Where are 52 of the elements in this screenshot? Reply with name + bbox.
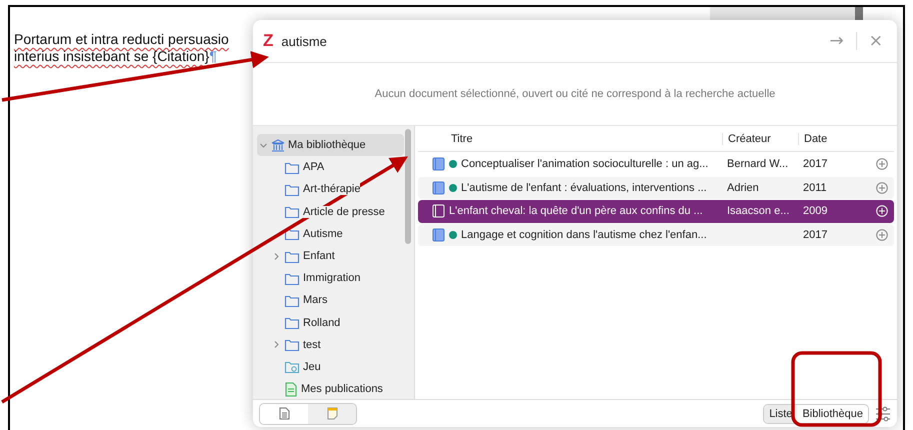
sidebar-item[interactable]: Jeu xyxy=(257,356,404,378)
library-icon xyxy=(271,138,285,152)
book-icon xyxy=(432,228,445,242)
sidebar-item[interactable]: Mes publications xyxy=(257,378,404,400)
item-date: 2009 xyxy=(803,205,828,218)
sidebar-item[interactable]: Rolland xyxy=(257,312,404,334)
item-date: 2017 xyxy=(803,158,828,170)
column-header[interactable]: Créateur xyxy=(722,132,798,144)
result-row[interactable]: Langage et cognition dans l'autisme chez l'enfan... 2017 xyxy=(418,224,894,246)
item-title: L'autisme de l'enfant : évaluations, interventions ... xyxy=(461,182,707,194)
sidebar-item[interactable]: Art-thérapie xyxy=(257,178,404,201)
sidebar-item[interactable]: Mars xyxy=(257,289,404,312)
item-creator: Adrien xyxy=(727,182,759,194)
document-icon xyxy=(278,407,290,420)
sidebar-item[interactable]: Article de presse xyxy=(257,200,404,223)
result-row[interactable]: L'enfant cheval: la quête d'un père aux confins du ... Isaacson e... 2009 xyxy=(418,200,894,222)
sidebar-item[interactable]: Autisme xyxy=(257,222,404,245)
book-icon xyxy=(432,157,445,172)
book-icon xyxy=(432,204,445,218)
saved-search-icon xyxy=(284,359,300,374)
book-icon xyxy=(432,180,445,195)
folder-icon xyxy=(284,337,300,352)
app-logo: Z xyxy=(263,31,274,51)
document-text: interius insistebant se {Citation} xyxy=(14,48,210,64)
settings-icon[interactable] xyxy=(875,406,891,422)
column-header[interactable]: Titre xyxy=(418,132,722,144)
result-row[interactable]: Conceptualiser l'animation socioculturelle : un ag... Bernard W... 2017 xyxy=(418,153,894,176)
paragraph-mark: ¶ xyxy=(209,48,217,64)
item-title: Langage et cognition dans l'autisme chez l'enfan... xyxy=(461,228,707,241)
sidebar-item[interactable]: test xyxy=(257,334,404,356)
result-row[interactable]: L'autisme de l'enfant : évaluations, interventions ... Adrien 2011 xyxy=(418,176,894,199)
document-icon xyxy=(284,382,298,397)
item-date: 2011 xyxy=(803,182,827,194)
item-title: Conceptualiser l'animation socioculturelle : un ag... xyxy=(461,158,708,170)
sidebar-item[interactable]: APA xyxy=(257,156,404,178)
chevron-icon[interactable] xyxy=(259,140,268,150)
folder-icon xyxy=(284,315,300,330)
note-icon xyxy=(326,407,338,420)
documents-tab[interactable] xyxy=(260,404,308,424)
document-text: Portarum et intra reducti persuasio xyxy=(14,31,229,47)
chevron-icon[interactable] xyxy=(272,340,281,350)
item-date: 2017 xyxy=(803,228,828,241)
sidebar-item[interactable]: Enfant xyxy=(257,244,404,268)
item-creator: Isaacson e... xyxy=(727,205,790,218)
sidebar-item[interactable]: Immigration xyxy=(257,267,404,290)
chevron-icon[interactable] xyxy=(272,252,281,261)
item-title: L'enfant cheval: la quête d'un père aux confins du ... xyxy=(449,205,703,218)
status-message: Aucun document sélectionné, ouvert ou cité ne correspond à la recherche actuelle xyxy=(374,88,776,100)
folder-icon xyxy=(284,204,300,220)
sidebar-item[interactable]: Ma bibliothèque xyxy=(257,134,404,156)
column-header[interactable]: Date xyxy=(798,132,876,144)
item-creator: Bernard W... xyxy=(727,158,788,170)
